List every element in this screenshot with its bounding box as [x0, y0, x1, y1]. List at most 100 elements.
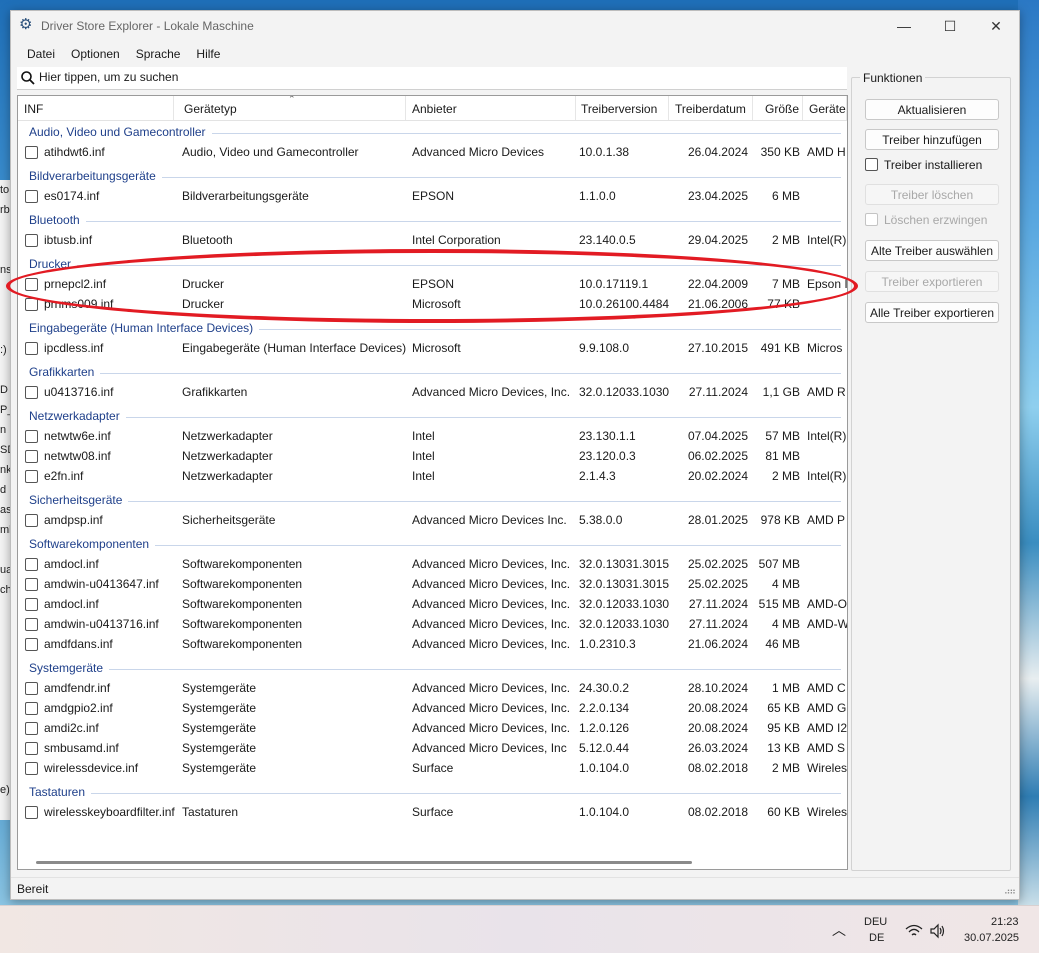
row-checkbox[interactable] — [25, 578, 38, 591]
row-checkbox[interactable] — [25, 762, 38, 775]
cell-vendor: Advanced Micro Devices — [412, 145, 545, 159]
table-row[interactable]: amdocl.inf Softwarekomponenten Advanced Mi… — [18, 594, 847, 614]
cell-device: Wireles — [807, 805, 847, 819]
table-row[interactable]: prnepcl2.inf Drucker EPSON 10.0.17119.1 22.0… — [18, 274, 847, 294]
row-checkbox[interactable] — [25, 234, 38, 247]
export-all-drivers-button[interactable]: Alle Treiber exportieren — [865, 302, 999, 323]
cell-size: 7 MB — [771, 277, 800, 291]
install-driver-label: Treiber installieren — [884, 158, 983, 172]
maximize-button[interactable]: ☐ — [927, 11, 973, 41]
menu-hilfe[interactable]: Hilfe — [188, 43, 228, 65]
column-anbieter[interactable]: Anbieter — [408, 96, 576, 120]
delete-driver-button[interactable]: Treiber löschen — [865, 184, 999, 205]
group-header[interactable]: Bluetooth — [29, 210, 841, 230]
row-checkbox[interactable] — [25, 598, 38, 611]
column-geraete[interactable]: Geräte — [805, 96, 847, 120]
row-checkbox[interactable] — [25, 722, 38, 735]
title-bar[interactable]: ⚙ Driver Store Explorer - Lokale Maschin… — [11, 11, 1019, 41]
menu-datei[interactable]: Datei — [19, 43, 63, 65]
table-row[interactable]: e2fn.inf Netzwerkadapter Intel 2.1.4.3 20.02… — [18, 466, 847, 486]
menu-optionen[interactable]: Optionen — [63, 43, 128, 65]
horizontal-scrollbar[interactable] — [36, 861, 692, 864]
group-header[interactable]: Bildverarbeitungsgeräte — [29, 166, 841, 186]
row-checkbox[interactable] — [25, 278, 38, 291]
table-row[interactable]: netwtw08.inf Netzwerkadapter Intel 23.120.0… — [18, 446, 847, 466]
column-treiberdatum[interactable]: Treiberdatum — [671, 96, 753, 120]
table-row[interactable]: atihdwt6.inf Audio, Video und Gamecontrol… — [18, 142, 847, 162]
wifi-icon[interactable] — [905, 924, 923, 938]
cell-vendor: Intel Corporation — [412, 233, 501, 247]
row-checkbox[interactable] — [25, 146, 38, 159]
chevron-up-icon[interactable]: ︿ — [832, 920, 846, 940]
group-header[interactable]: Tastaturen — [29, 782, 841, 802]
column-treiberversion[interactable]: Treiberversion — [577, 96, 669, 120]
row-checkbox[interactable] — [25, 386, 38, 399]
row-checkbox[interactable] — [25, 806, 38, 819]
group-header[interactable]: Sicherheitsgeräte — [29, 490, 841, 510]
search-input[interactable] — [39, 68, 839, 86]
row-checkbox[interactable] — [25, 342, 38, 355]
row-checkbox[interactable] — [25, 450, 38, 463]
table-row[interactable]: u0413716.inf Grafikkarten Advanced Micro D… — [18, 382, 847, 402]
checkbox-box[interactable] — [865, 213, 878, 226]
minimize-button[interactable]: — — [881, 11, 927, 41]
resize-grip-icon[interactable]: ⠴⠶ — [1004, 886, 1016, 897]
group-header[interactable]: Netzwerkadapter — [29, 406, 841, 426]
table-row[interactable]: es0174.inf Bildverarbeitungsgeräte EPSON 1.… — [18, 186, 847, 206]
close-button[interactable]: ✕ — [973, 11, 1019, 41]
table-row[interactable]: amdgpio2.inf Systemgeräte Advanced Micro D… — [18, 698, 847, 718]
cell-inf: u0413716.inf — [44, 385, 114, 399]
row-checkbox[interactable] — [25, 682, 38, 695]
table-row[interactable]: ipcdless.inf Eingabegeräte (Human Interfa… — [18, 338, 847, 358]
driver-list[interactable]: INF Gerätetyp ⌃ Anbieter Treiberversion … — [17, 95, 848, 870]
add-driver-button[interactable]: Treiber hinzufügen — [865, 129, 999, 150]
group-header[interactable]: Eingabegeräte (Human Interface Devices) — [29, 318, 841, 338]
table-row[interactable]: amdfendr.inf Systemgeräte Advanced Micro D… — [18, 678, 847, 698]
row-checkbox[interactable] — [25, 638, 38, 651]
checkbox-box[interactable] — [865, 158, 878, 171]
row-checkbox[interactable] — [25, 514, 38, 527]
driver-store-explorer-window: ⚙ Driver Store Explorer - Lokale Maschin… — [10, 10, 1020, 900]
row-checkbox[interactable] — [25, 742, 38, 755]
column-inf[interactable]: INF — [18, 96, 174, 120]
force-delete-checkbox[interactable]: Löschen erzwingen — [865, 213, 987, 231]
table-row[interactable]: wirelessdevice.inf Systemgeräte Surface 1.0… — [18, 758, 847, 778]
input-language[interactable]: DEU — [864, 916, 887, 928]
table-row[interactable]: amdwin-u0413647.inf Softwarekomponenten Ad… — [18, 574, 847, 594]
group-header[interactable]: Systemgeräte — [29, 658, 841, 678]
install-driver-checkbox[interactable]: Treiber installieren — [865, 158, 982, 176]
cell-device: AMD-W — [807, 617, 847, 631]
row-checkbox[interactable] — [25, 430, 38, 443]
input-layout[interactable]: DE — [869, 932, 884, 944]
menu-sprache[interactable]: Sprache — [128, 43, 189, 65]
table-row[interactable]: wirelesskeyboardfilter.inf Tastaturen Surf… — [18, 802, 847, 822]
column-groesse[interactable]: Größe — [761, 96, 803, 120]
table-row[interactable]: amdocl.inf Softwarekomponenten Advanced Mi… — [18, 554, 847, 574]
group-header[interactable]: Drucker — [29, 254, 841, 274]
group-header[interactable]: Softwarekomponenten — [29, 534, 841, 554]
table-row[interactable]: amdwin-u0413716.inf Softwarekomponenten Ad… — [18, 614, 847, 634]
table-row[interactable]: amdpsp.inf Sicherheitsgeräte Advanced Micr… — [18, 510, 847, 530]
table-row[interactable]: netwtw6e.inf Netzwerkadapter Intel 23.130.1… — [18, 426, 847, 446]
row-checkbox[interactable] — [25, 470, 38, 483]
clock-date[interactable]: 30.07.2025 — [964, 932, 1019, 944]
clock-time[interactable]: 21:23 — [991, 916, 1019, 928]
cell-type: Systemgeräte — [182, 721, 257, 735]
table-row[interactable]: amdfdans.inf Softwarekomponenten Advanced … — [18, 634, 847, 654]
group-header[interactable]: Audio, Video und Gamecontroller — [29, 122, 841, 142]
group-header[interactable]: Grafikkarten — [29, 362, 841, 382]
export-driver-button[interactable]: Treiber exportieren — [865, 271, 999, 292]
row-checkbox[interactable] — [25, 298, 38, 311]
row-checkbox[interactable] — [25, 702, 38, 715]
table-row[interactable]: smbusamd.inf Systemgeräte Advanced Micro D… — [18, 738, 847, 758]
table-row[interactable]: ibtusb.inf Bluetooth Intel Corporation 23.1… — [18, 230, 847, 250]
row-checkbox[interactable] — [25, 190, 38, 203]
select-old-drivers-button[interactable]: Alte Treiber auswählen — [865, 240, 999, 261]
volume-icon[interactable] — [929, 923, 947, 939]
refresh-button[interactable]: Aktualisieren — [865, 99, 999, 120]
table-row[interactable]: amdi2c.inf Systemgeräte Advanced Micro Dev… — [18, 718, 847, 738]
row-checkbox[interactable] — [25, 618, 38, 631]
row-checkbox[interactable] — [25, 558, 38, 571]
cell-size: 2 MB — [771, 233, 800, 247]
table-row[interactable]: prnms009.inf Drucker Microsoft 10.0.26100.4… — [18, 294, 847, 314]
